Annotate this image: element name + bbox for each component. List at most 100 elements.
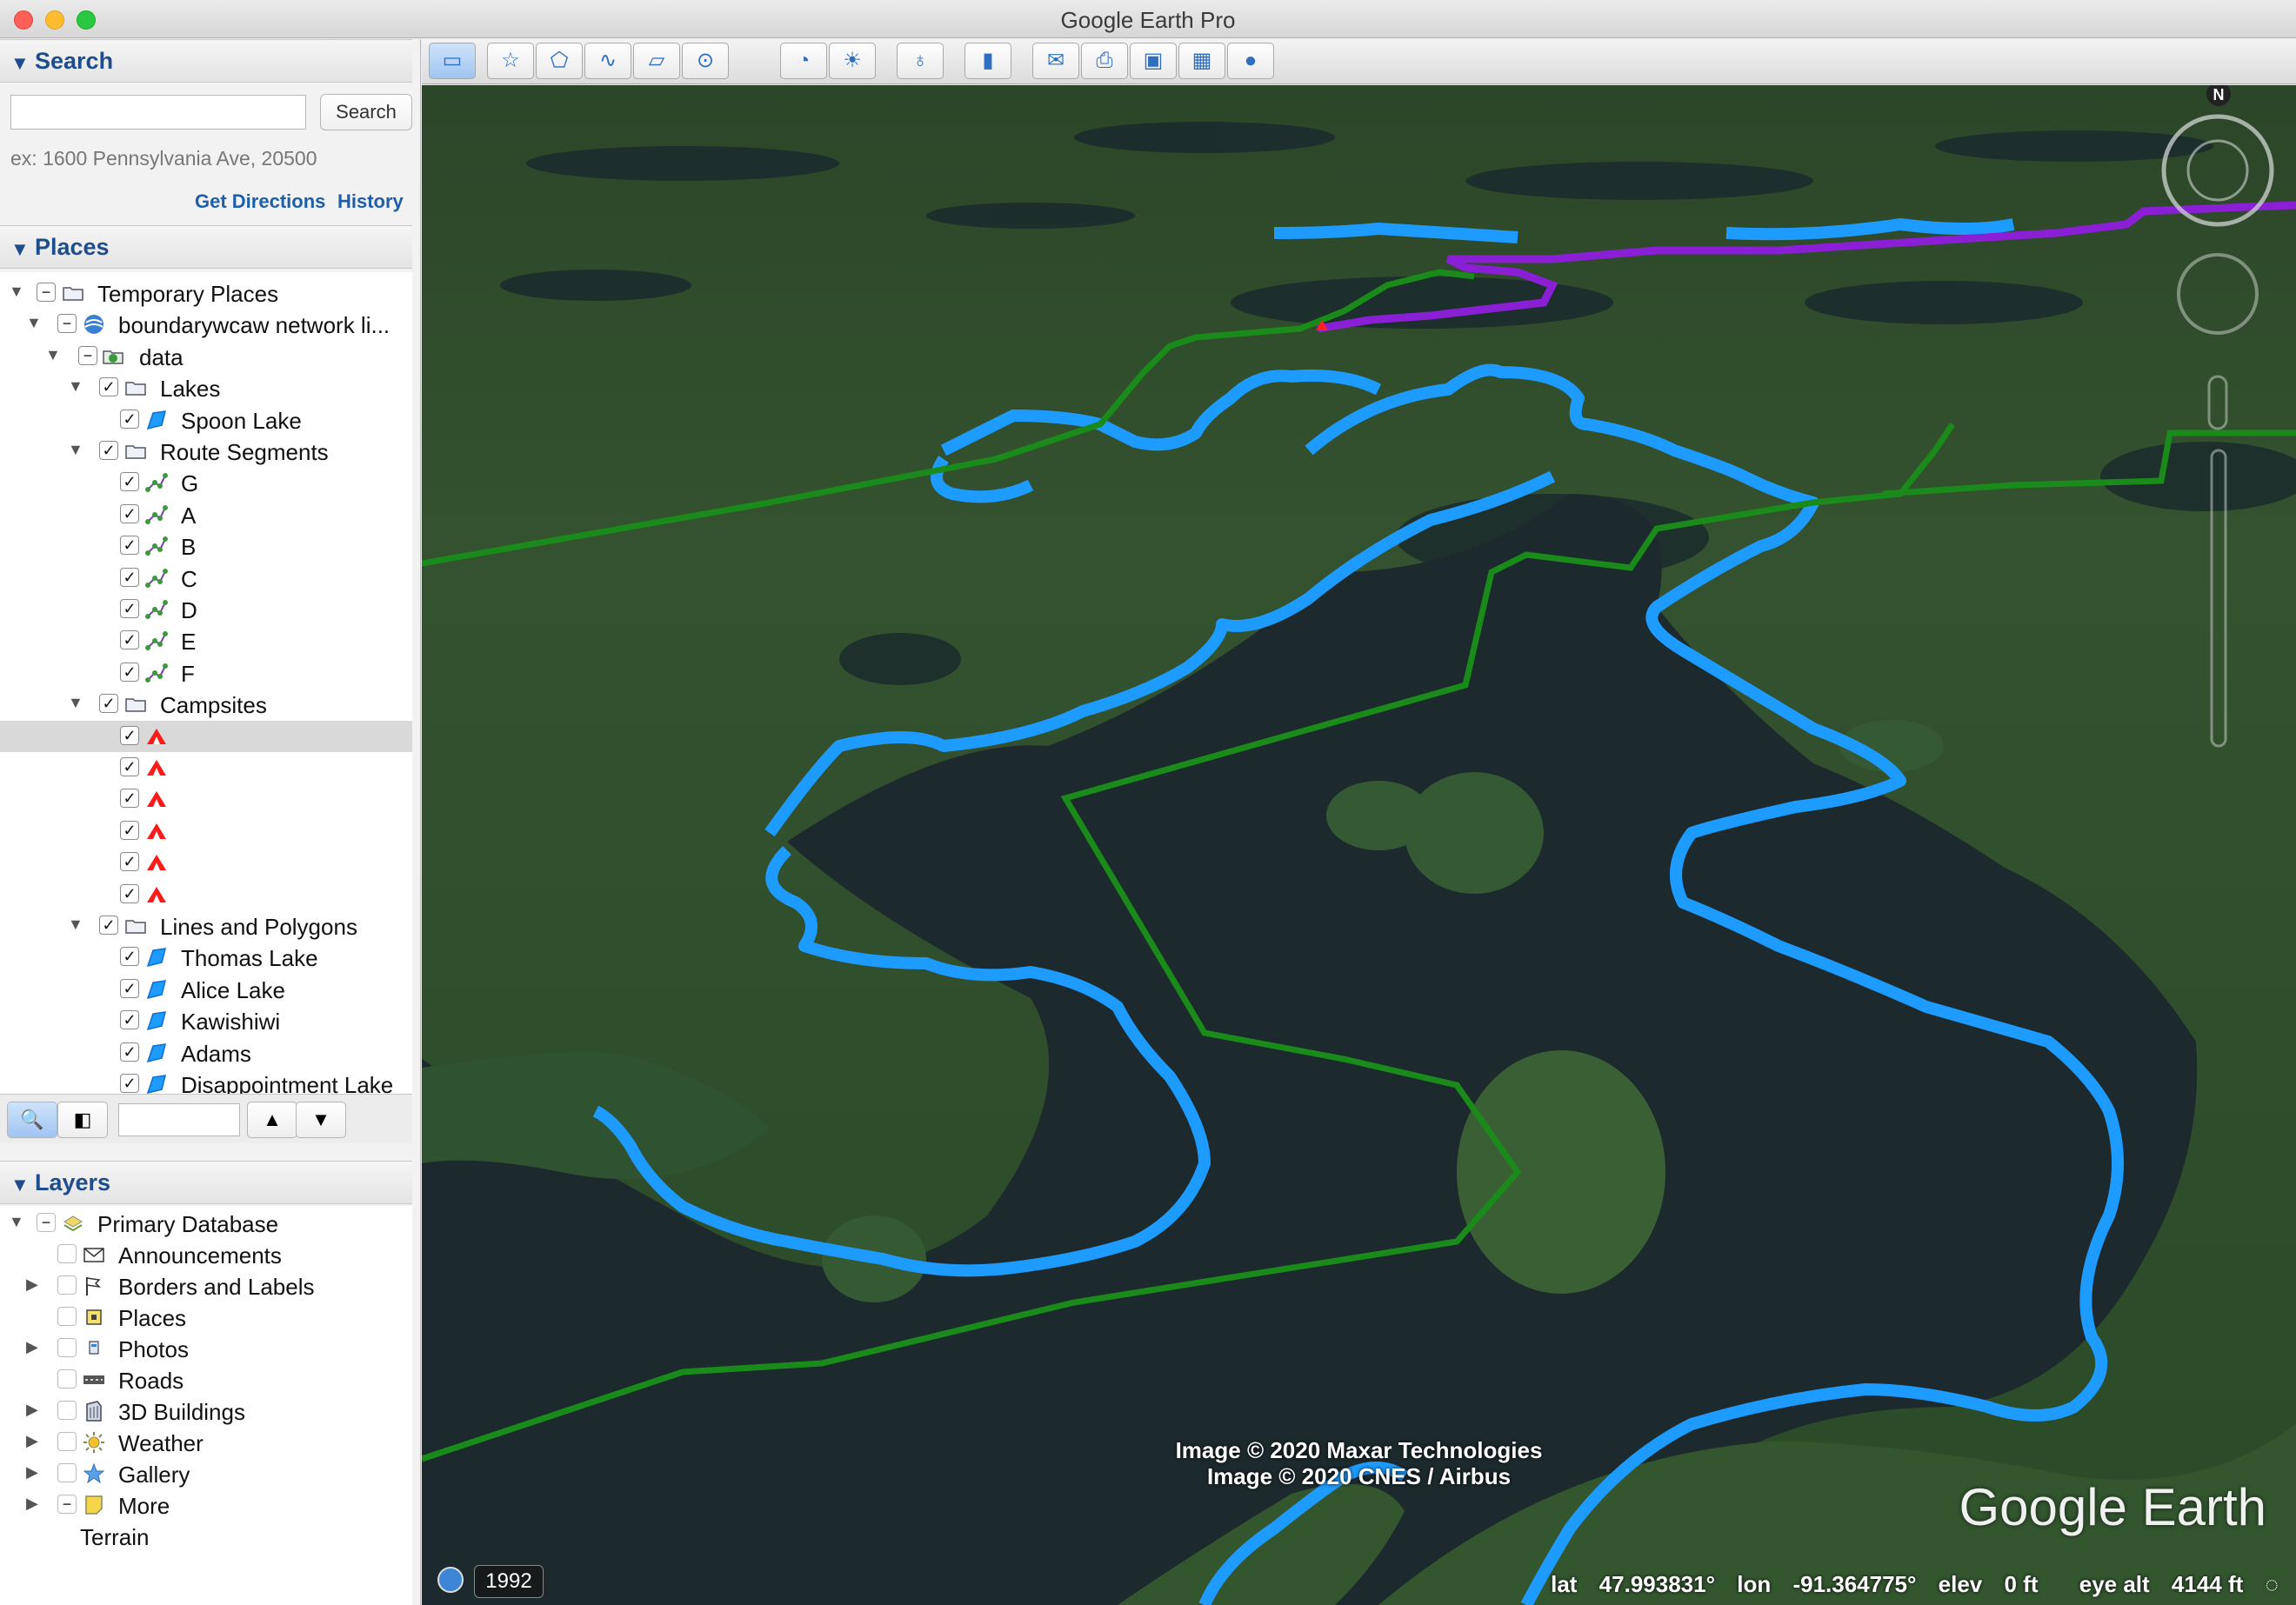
visibility-checkbox[interactable]: ✓ [120,1010,139,1030]
visibility-checkbox[interactable]: ✓ [99,694,118,714]
map-imagery[interactable]: N [422,85,2296,1605]
expand-triangle-icon[interactable]: ▶ [26,1401,38,1419]
visibility-checkbox[interactable]: ✓ [120,472,139,492]
expand-triangle-icon[interactable]: ▼ [9,283,24,301]
layers-tree-row[interactable]: ▶ − More [0,1489,412,1521]
record-tour-button[interactable]: ⊙ [682,43,729,79]
historical-imagery-button[interactable]: ◔ [780,43,827,79]
visibility-checkbox[interactable]: ✓ [120,978,139,998]
layer-checkbox[interactable] [57,1244,77,1263]
sunlight-button[interactable]: ☀ [829,43,876,79]
visibility-checkbox[interactable]: ✓ [120,820,139,840]
visibility-checkbox[interactable]: ✓ [120,1042,139,1062]
add-placemark-button[interactable]: ☆ [487,43,534,79]
visibility-checkbox[interactable]: ✓ [120,630,139,650]
expand-triangle-icon[interactable]: ▼ [68,441,83,459]
print-button[interactable]: ⎙ [1081,43,1128,79]
places-tree-row[interactable]: ✓ Disappointment Lake [0,1069,412,1094]
places-tree-row[interactable]: ✓ [0,879,412,910]
layers-tree-row[interactable]: ▶ Borders and Labels [0,1270,412,1302]
move-down-button[interactable]: ▼ [296,1102,346,1138]
add-path-button[interactable]: ∿ [584,43,631,79]
visibility-checkbox[interactable]: ✓ [120,503,139,523]
visibility-checkbox[interactable]: ✓ [99,377,118,397]
places-tree-row[interactable]: ▼ − boundarywcaw network li... [0,309,412,340]
places-tree-row[interactable]: ▼ − data [0,341,412,372]
move-up-button[interactable]: ▲ [247,1102,297,1138]
layer-checkbox[interactable] [57,1463,77,1482]
layers-tree-row[interactable]: ▶ Photos [0,1333,412,1364]
layer-checkbox[interactable]: − [57,1495,77,1514]
expand-triangle-icon[interactable]: ▶ [26,1275,38,1294]
visibility-checkbox[interactable]: ✓ [120,567,139,587]
disclosure-triangle-icon[interactable]: ▼ [10,1174,30,1196]
expand-triangle-icon[interactable]: ▼ [68,694,83,712]
layers-panel-header[interactable]: ▼ Layers [0,1161,412,1204]
expand-triangle-icon[interactable]: ▼ [9,1213,24,1231]
layer-checkbox[interactable] [57,1401,77,1420]
imagery-year-badge[interactable]: 1992 [474,1565,544,1598]
layers-tree-row[interactable]: ▶ Weather [0,1427,412,1458]
places-tree-row[interactable]: ✓ Adams [0,1037,412,1069]
places-tree-row[interactable]: ✓ B [0,530,412,562]
places-tree-row[interactable]: ✓ F [0,657,412,689]
visibility-checkbox[interactable]: ✓ [120,1074,139,1093]
visibility-checkbox[interactable]: ✓ [120,789,139,809]
places-tree-row[interactable]: ✓ G [0,467,412,498]
places-tree-row[interactable]: ✓ Alice Lake [0,974,412,1005]
expand-triangle-icon[interactable]: ▼ [26,314,42,332]
expand-triangle-icon[interactable]: ▶ [26,1495,38,1513]
get-directions-link[interactable]: Get Directions [195,190,325,213]
historical-clock-icon[interactable] [437,1567,464,1593]
add-polygon-button[interactable]: ⬠ [536,43,583,79]
layer-checkbox[interactable]: − [37,1213,56,1232]
3d-map-view[interactable]: N Image © 2020 Maxar Technologies Image … [422,85,2296,1605]
layer-checkbox[interactable] [57,1432,77,1451]
search-panel-header[interactable]: ▼ Search [0,39,412,83]
email-button[interactable]: ✉ [1032,43,1079,79]
visibility-checkbox[interactable]: ✓ [99,916,118,935]
compass-north-label[interactable]: N [2213,86,2225,103]
switch-planet-button[interactable]: ♁ [897,43,944,79]
layer-checkbox[interactable] [57,1275,77,1295]
layers-tree-row[interactable]: Terrain [0,1521,412,1552]
visibility-checkbox[interactable]: ✓ [120,599,139,618]
expand-triangle-icon[interactable]: ▼ [45,346,61,364]
places-tree-row[interactable]: ✓ [0,720,412,752]
layers-tree-row[interactable]: ▼ − Primary Database [0,1208,412,1239]
history-link[interactable]: History [337,190,404,213]
places-tree-row[interactable]: ✓ [0,847,412,878]
visibility-checkbox[interactable]: − [57,314,77,334]
layer-checkbox[interactable] [57,1369,77,1389]
places-tree-row[interactable]: ✓ C [0,563,412,594]
visibility-checkbox[interactable]: ✓ [99,441,118,460]
layer-checkbox[interactable] [57,1307,77,1326]
places-tree-row[interactable]: ✓ [0,816,412,847]
disclosure-triangle-icon[interactable]: ▼ [10,238,30,261]
add-image-overlay-button[interactable]: ▱ [633,43,680,79]
search-places-button[interactable]: 🔍 [7,1102,57,1138]
expand-triangle-icon[interactable]: ▼ [68,377,83,396]
toggle-view-button[interactable]: ◧ [57,1102,108,1138]
disclosure-triangle-icon[interactable]: ▼ [10,52,30,75]
visibility-checkbox[interactable]: ✓ [120,536,139,556]
places-panel-header[interactable]: ▼ Places [0,225,412,269]
places-tree-row[interactable]: ✓ Thomas Lake [0,942,412,973]
ruler-button[interactable]: ▮ [964,43,1011,79]
places-tree-row[interactable]: ▼ ✓ Lines and Polygons [0,910,412,942]
visibility-checkbox[interactable]: ✓ [120,725,139,745]
visibility-checkbox[interactable]: ✓ [120,757,139,776]
visibility-checkbox[interactable]: ✓ [120,409,139,429]
places-tree-row[interactable]: ✓ D [0,594,412,625]
places-tree-row[interactable]: ✓ Spoon Lake [0,404,412,436]
view-in-maps-button[interactable]: ▦ [1178,43,1225,79]
places-tree-row[interactable]: ✓ A [0,499,412,530]
places-tree-row[interactable]: ▼ ✓ Lakes [0,372,412,403]
expand-triangle-icon[interactable]: ▶ [26,1338,38,1356]
expand-triangle-icon[interactable]: ▼ [68,916,83,934]
sidebar-toggle-button[interactable]: ▭ [429,43,476,79]
layers-tree-row[interactable]: Roads [0,1364,412,1395]
layers-tree-row[interactable]: Places [0,1302,412,1333]
places-tree-row[interactable]: ▼ ✓ Campsites [0,689,412,720]
search-input[interactable] [10,95,306,130]
